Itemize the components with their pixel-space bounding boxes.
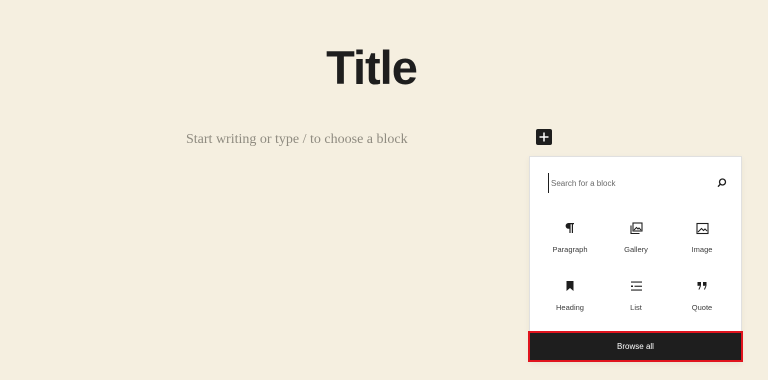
gallery-icon bbox=[601, 221, 671, 235]
bookmark-icon bbox=[535, 279, 605, 293]
image-icon bbox=[667, 221, 737, 235]
block-search-input[interactable] bbox=[548, 173, 711, 193]
block-item-paragraph[interactable]: Paragraph bbox=[535, 215, 605, 265]
block-search bbox=[548, 173, 728, 193]
block-label: List bbox=[630, 303, 642, 312]
block-label: Image bbox=[691, 245, 713, 254]
plus-icon bbox=[539, 132, 549, 142]
browse-all-button[interactable]: Browse all bbox=[528, 331, 743, 362]
block-inserter-toggle[interactable] bbox=[536, 129, 552, 145]
list-icon bbox=[601, 279, 671, 293]
block-label: Gallery bbox=[624, 245, 648, 254]
block-item-heading[interactable]: Heading bbox=[535, 273, 605, 323]
block-label: Paragraph bbox=[552, 245, 588, 254]
search-icon bbox=[717, 178, 727, 188]
paragraph-placeholder[interactable]: Start writing or type / to choose a bloc… bbox=[186, 131, 408, 149]
block-item-list[interactable]: List bbox=[601, 273, 671, 323]
block-label: Quote bbox=[691, 303, 713, 312]
post-title[interactable]: Title bbox=[0, 38, 743, 98]
block-item-quote[interactable]: Quote bbox=[667, 273, 737, 323]
block-inserter-popover: Paragraph Gallery Image bbox=[529, 156, 742, 362]
block-item-gallery[interactable]: Gallery bbox=[601, 215, 671, 265]
block-item-image[interactable]: Image bbox=[667, 215, 737, 265]
paragraph-icon bbox=[535, 221, 605, 235]
quote-icon bbox=[667, 279, 737, 293]
block-label: Heading bbox=[556, 303, 584, 312]
